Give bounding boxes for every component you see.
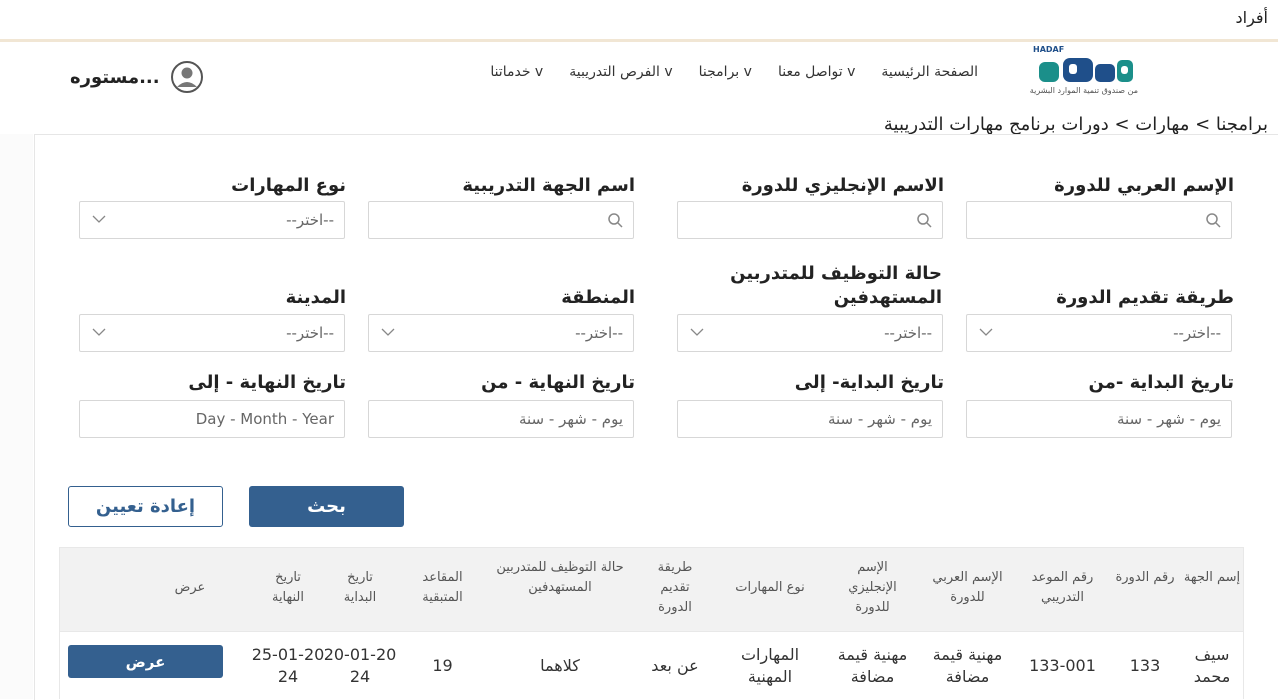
user-menu[interactable]: مستوره... <box>70 60 204 94</box>
nav-training-opportunities[interactable]: الفرص التدريبية v <box>569 64 672 80</box>
city-value: --اختر-- <box>286 324 334 342</box>
th-appointment-number: رقم الموعد التدريبي <box>1031 570 1094 605</box>
th-employment-status: حالة التوظيف للمتدربين المستهدفين <box>496 560 624 595</box>
th-skill-type: نوع المهارات <box>735 580 805 595</box>
cell-start-date: 20-01-2024 <box>323 645 397 686</box>
nav-services[interactable]: خدماتنا v <box>490 64 543 80</box>
label-start-date-from: تاريخ البداية -من <box>1088 372 1234 393</box>
th-start-date: تاريخ البداية <box>343 570 377 605</box>
logo-latin: HADAF <box>1033 45 1065 54</box>
search-button[interactable]: بحث <box>249 486 404 527</box>
nav-contact[interactable]: تواصل معنا v <box>778 64 855 80</box>
th-remaining-seats: المقاعد المتبقية <box>422 570 463 605</box>
skill-type-value: --اختر-- <box>286 211 334 229</box>
start-date-to-placeholder: يوم - شهر - سنة <box>827 410 932 428</box>
th-end-date: تاريخ النهاية <box>271 570 305 605</box>
label-start-date-to: تاريخ البداية- إلى <box>794 372 944 393</box>
cell-skill-type: المهارات المهنية <box>740 645 800 686</box>
reset-button[interactable]: إعادة تعيين <box>68 486 223 527</box>
chevron-down-icon <box>690 328 704 336</box>
cell-english-name: مهنية قيمة مضافة <box>837 645 908 686</box>
th-delivery-method: طريقة تقديم الدورة <box>657 560 693 615</box>
th-view: عرض <box>174 580 206 595</box>
th-arabic-name: الإسم العربي للدورة <box>932 570 1003 605</box>
chevron-down-icon <box>979 328 993 336</box>
training-entity-input[interactable] <box>368 201 634 239</box>
delivery-method-select[interactable]: --اختر-- <box>966 314 1232 352</box>
label-skill-type: نوع المهارات <box>231 175 346 196</box>
cell-delivery-method: عن بعد <box>651 656 699 675</box>
nav-home[interactable]: الصفحة الرئيسية <box>881 64 978 80</box>
delivery-method-value: --اختر-- <box>1173 324 1221 342</box>
employment-status-value: --اختر-- <box>884 324 932 342</box>
chevron-down-icon <box>92 215 106 223</box>
cell-employment-status: كلاهما <box>540 656 580 675</box>
end-date-to-input[interactable]: Day - Month - Year <box>79 400 345 438</box>
cell-entity-name: سيف محمد <box>1193 645 1231 686</box>
region-value: --اختر-- <box>575 324 623 342</box>
employment-status-select[interactable]: --اختر-- <box>677 314 943 352</box>
header-divider <box>0 39 1278 42</box>
label-city: المدينة <box>285 287 346 308</box>
cell-course-number: 133 <box>1129 656 1161 675</box>
cell-end-date: 25-01-2024 <box>251 645 325 686</box>
region-select[interactable]: --اختر-- <box>368 314 634 352</box>
cell-arabic-name: مهنية قيمة مضافة <box>932 645 1003 686</box>
chevron-down-icon <box>92 328 106 336</box>
th-course-number: رقم الدورة <box>1115 570 1175 585</box>
breadcrumb: برامجنا > مهارات > دورات برنامج مهارات ا… <box>883 114 1268 135</box>
label-arabic-course-name: الإسم العربي للدورة <box>1054 175 1234 196</box>
logo-subtitle: من صندوق تنمية الموارد البشرية <box>1029 86 1138 95</box>
label-end-date-from: تاريخ النهاية - من <box>481 372 635 393</box>
nav-programs[interactable]: برامجنا v <box>699 64 752 80</box>
start-date-from-input[interactable]: يوم - شهر - سنة <box>966 400 1232 438</box>
label-employment-status: حالة التوظيف للمتدربين المستهدفين <box>730 263 942 308</box>
th-english-name: الإسم الإنجليزي للدورة <box>848 560 897 615</box>
cell-remaining-seats: 19 <box>432 656 453 675</box>
english-course-name-input[interactable] <box>677 201 943 239</box>
arabic-course-name-input[interactable] <box>966 201 1232 239</box>
search-icon <box>608 213 623 228</box>
view-button[interactable]: عرض <box>68 645 223 678</box>
cell-appointment-number: 133-001 <box>1029 656 1096 675</box>
end-date-to-placeholder: Day - Month - Year <box>195 410 334 428</box>
label-region: المنطقة <box>561 287 635 308</box>
avatar-icon <box>170 61 203 93</box>
hadaf-logo[interactable]: HADAF من صندوق تنمية الموارد البشرية <box>1029 45 1138 98</box>
label-end-date-to: تاريخ النهاية - إلى <box>188 372 346 393</box>
skill-type-select[interactable]: --اختر-- <box>79 201 345 239</box>
results-table-header: إسم الجهة رقم الدورة رقم الموعد التدريبي… <box>59 547 1244 632</box>
search-icon <box>917 213 932 228</box>
label-delivery-method: طريقة تقديم الدورة <box>1056 287 1234 308</box>
label-english-course-name: الاسم الإنجليزي للدورة <box>741 175 944 196</box>
page-margin <box>0 134 33 699</box>
user-name: مستوره... <box>70 66 160 88</box>
th-entity-name: إسم الجهة <box>1183 570 1241 585</box>
start-date-to-input[interactable]: يوم - شهر - سنة <box>677 400 943 438</box>
start-date-from-placeholder: يوم - شهر - سنة <box>1116 410 1221 428</box>
end-date-from-placeholder: يوم - شهر - سنة <box>518 410 623 428</box>
main-nav: الصفحة الرئيسية تواصل معنا v برامجنا v ا… <box>490 64 978 80</box>
search-icon <box>1206 213 1221 228</box>
chevron-down-icon <box>381 328 395 336</box>
user-type-label: أفراد <box>1235 8 1269 27</box>
city-select[interactable]: --اختر-- <box>79 314 345 352</box>
label-training-entity: اسم الجهة التدريبية <box>462 175 635 196</box>
table-row: سيف محمد 133 133-001 مهنية قيمة مضافة مه… <box>59 632 1244 699</box>
end-date-from-input[interactable]: يوم - شهر - سنة <box>368 400 634 438</box>
